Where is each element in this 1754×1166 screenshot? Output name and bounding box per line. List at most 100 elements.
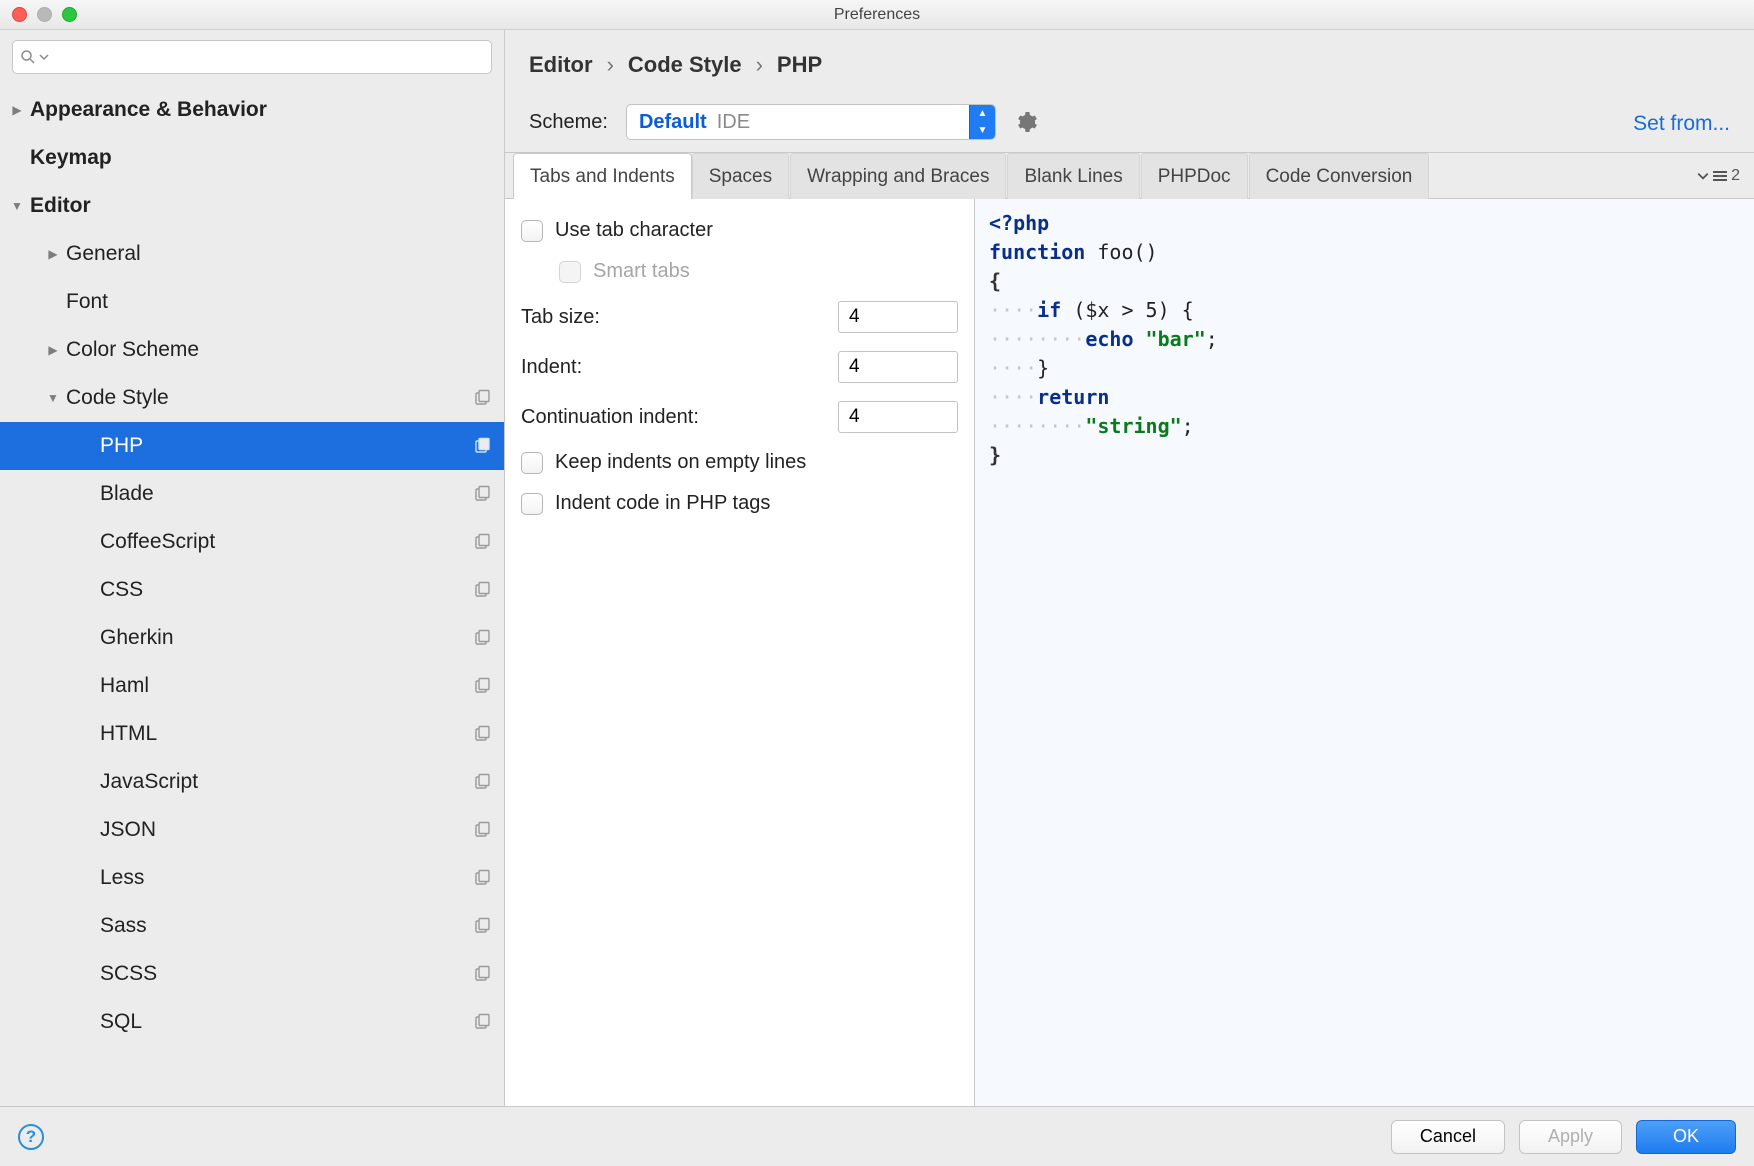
apply-button[interactable]: Apply (1519, 1120, 1622, 1154)
use-tab-character-row[interactable]: Use tab character (521, 219, 958, 242)
maximize-window-icon[interactable] (62, 7, 77, 22)
chevron-down-icon[interactable]: ▼ (4, 199, 30, 213)
project-scheme-icon (474, 965, 492, 983)
sidebar-item-blade[interactable]: Blade (0, 470, 504, 518)
smart-tabs-label: Smart tabs (593, 260, 690, 283)
minimize-window-icon[interactable] (37, 7, 52, 22)
sidebar-item-javascript[interactable]: JavaScript (0, 758, 504, 806)
breadcrumb-code-style[interactable]: Code Style (628, 52, 742, 78)
help-icon[interactable]: ? (18, 1124, 44, 1150)
sidebar-item-less[interactable]: Less (0, 854, 504, 902)
sidebar-item-label: Font (66, 290, 504, 314)
sidebar-item-label: JSON (100, 818, 474, 842)
sidebar-item-haml[interactable]: Haml (0, 662, 504, 710)
content: ▶Appearance & BehaviorKeymap▼Editor▶Gene… (0, 30, 1754, 1106)
tab-phpdoc[interactable]: PHPDoc (1141, 153, 1248, 199)
sidebar-item-label: Sass (100, 914, 474, 938)
scheme-value: Default (639, 111, 707, 134)
tab-size-row: Tab size: (521, 301, 958, 333)
code-preview: <?php function foo() { ····if ($x > 5) {… (975, 199, 1754, 1106)
ok-button[interactable]: OK (1636, 1120, 1736, 1154)
sidebar-item-label: Less (100, 866, 474, 890)
project-scheme-icon (474, 821, 492, 839)
breadcrumb: Editor › Code Style › PHP (529, 52, 1730, 78)
search-input[interactable] (51, 49, 485, 66)
project-scheme-icon (474, 773, 492, 791)
sidebar-item-gherkin[interactable]: Gherkin (0, 614, 504, 662)
chevron-right-icon: › (607, 52, 614, 78)
indent-input[interactable] (838, 351, 958, 383)
indent-php-tags-checkbox[interactable] (521, 493, 543, 515)
sidebar-item-code-style[interactable]: ▼Code Style (0, 374, 504, 422)
sidebar-item-label: Editor (30, 194, 504, 218)
project-scheme-icon (474, 581, 492, 599)
scheme-row: Scheme: Default IDE ▲▼ (529, 104, 1730, 140)
chevron-right-icon[interactable]: ▶ (40, 247, 66, 261)
sidebar-item-font[interactable]: Font (0, 278, 504, 326)
close-window-icon[interactable] (12, 7, 27, 22)
set-from-link[interactable]: Set from... (1633, 112, 1730, 136)
continuation-indent-input[interactable] (838, 401, 958, 433)
sidebar-item-label: SQL (100, 1010, 474, 1034)
sidebar-item-appearance-behavior[interactable]: ▶Appearance & Behavior (0, 86, 504, 134)
sidebar-item-label: Gherkin (100, 626, 474, 650)
sidebar-item-css[interactable]: CSS (0, 566, 504, 614)
tab-code-conversion[interactable]: Code Conversion (1249, 153, 1430, 199)
tab-row: Tabs and IndentsSpacesWrapping and Brace… (505, 153, 1754, 199)
chevron-down-icon[interactable]: ▼ (40, 391, 66, 405)
overflow-indicator[interactable]: 2 (1697, 153, 1754, 198)
tab-wrapping-and-braces[interactable]: Wrapping and Braces (790, 153, 1006, 199)
project-scheme-icon (474, 725, 492, 743)
project-scheme-icon (474, 485, 492, 503)
sidebar-item-coffeescript[interactable]: CoffeeScript (0, 518, 504, 566)
sidebar-item-label: Color Scheme (66, 338, 504, 362)
header: Editor › Code Style › PHP Scheme: Defaul… (505, 30, 1754, 153)
scheme-label: Scheme: (529, 111, 608, 134)
sidebar-item-color-scheme[interactable]: ▶Color Scheme (0, 326, 504, 374)
breadcrumb-editor[interactable]: Editor (529, 52, 593, 78)
continuation-indent-row: Continuation indent: (521, 401, 958, 433)
chevron-right-icon[interactable]: ▶ (40, 343, 66, 357)
keep-indents-checkbox[interactable] (521, 452, 543, 474)
sidebar-item-sql[interactable]: SQL (0, 998, 504, 1046)
gear-icon[interactable] (1014, 110, 1038, 134)
project-scheme-icon (474, 437, 492, 455)
sidebar-item-label: CoffeeScript (100, 530, 474, 554)
indent-php-tags-row[interactable]: Indent code in PHP tags (521, 492, 958, 515)
settings-form: Use tab character Smart tabs Tab size: I… (505, 199, 975, 1106)
sidebar-item-editor[interactable]: ▼Editor (0, 182, 504, 230)
main-panel: Editor › Code Style › PHP Scheme: Defaul… (505, 30, 1754, 1106)
tab-size-input[interactable] (838, 301, 958, 333)
select-stepper-icon[interactable]: ▲▼ (969, 105, 995, 139)
project-scheme-icon (474, 533, 492, 551)
project-scheme-icon (474, 677, 492, 695)
keep-indents-row[interactable]: Keep indents on empty lines (521, 451, 958, 474)
sidebar-item-scss[interactable]: SCSS (0, 950, 504, 998)
tab-blank-lines[interactable]: Blank Lines (1007, 153, 1139, 199)
project-scheme-icon (474, 917, 492, 935)
chevron-right-icon[interactable]: ▶ (4, 103, 30, 117)
tab-tabs-and-indents[interactable]: Tabs and Indents (513, 153, 692, 199)
breadcrumb-php: PHP (777, 52, 822, 78)
search-box[interactable] (12, 40, 492, 74)
window-controls (12, 7, 77, 22)
sidebar-item-sass[interactable]: Sass (0, 902, 504, 950)
split-pane: Use tab character Smart tabs Tab size: I… (505, 199, 1754, 1106)
scheme-select[interactable]: Default IDE ▲▼ (626, 104, 996, 140)
cancel-button[interactable]: Cancel (1391, 1120, 1505, 1154)
sidebar-item-html[interactable]: HTML (0, 710, 504, 758)
smart-tabs-row: Smart tabs (521, 260, 958, 283)
indent-label: Indent: (521, 356, 820, 379)
sidebar-item-json[interactable]: JSON (0, 806, 504, 854)
sidebar-item-label: JavaScript (100, 770, 474, 794)
footer: ? Cancel Apply OK (0, 1106, 1754, 1166)
sidebar-item-general[interactable]: ▶General (0, 230, 504, 278)
use-tab-checkbox[interactable] (521, 220, 543, 242)
project-scheme-icon (474, 629, 492, 647)
tab-size-label: Tab size: (521, 306, 820, 329)
sidebar-item-keymap[interactable]: Keymap (0, 134, 504, 182)
tab-spaces[interactable]: Spaces (692, 153, 789, 199)
sidebar-item-label: Code Style (66, 386, 474, 410)
sidebar-item-php[interactable]: PHP (0, 422, 504, 470)
dropdown-chevron-icon[interactable] (39, 52, 49, 62)
